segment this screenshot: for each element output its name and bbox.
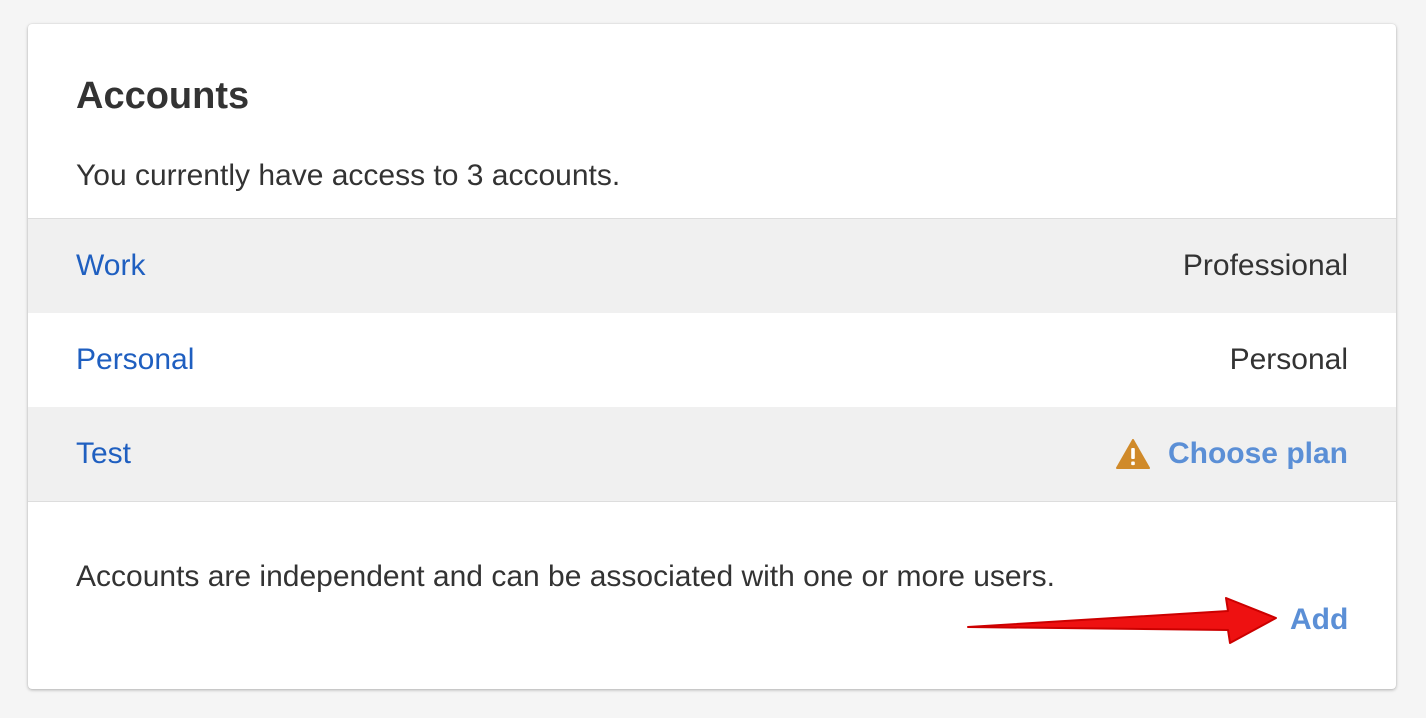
add-account-button[interactable]: Add <box>1290 598 1348 642</box>
account-plan-personal: Personal <box>1229 343 1348 376</box>
account-link-test[interactable]: Test <box>76 437 131 471</box>
choose-plan-link[interactable]: Choose plan <box>1168 437 1348 471</box>
warning-icon <box>1115 439 1150 469</box>
account-row-personal: Personal Personal <box>28 313 1396 407</box>
account-row-work: Work Professional <box>28 219 1396 313</box>
account-link-personal[interactable]: Personal <box>76 343 194 377</box>
account-row-test: Test Choose plan <box>28 407 1396 501</box>
account-link-work[interactable]: Work <box>76 249 145 283</box>
account-plan-work: Professional <box>1182 249 1348 282</box>
accounts-list: Work Professional Personal Personal Test… <box>28 218 1396 502</box>
accounts-card: Accounts You currently have access to 3 … <box>28 24 1396 689</box>
choose-plan-group: Choose plan <box>1115 437 1348 471</box>
page-title: Accounts <box>76 75 250 117</box>
accounts-count-text: You currently have access to 3 accounts. <box>76 159 621 192</box>
accounts-description: Accounts are independent and can be asso… <box>76 560 1055 593</box>
